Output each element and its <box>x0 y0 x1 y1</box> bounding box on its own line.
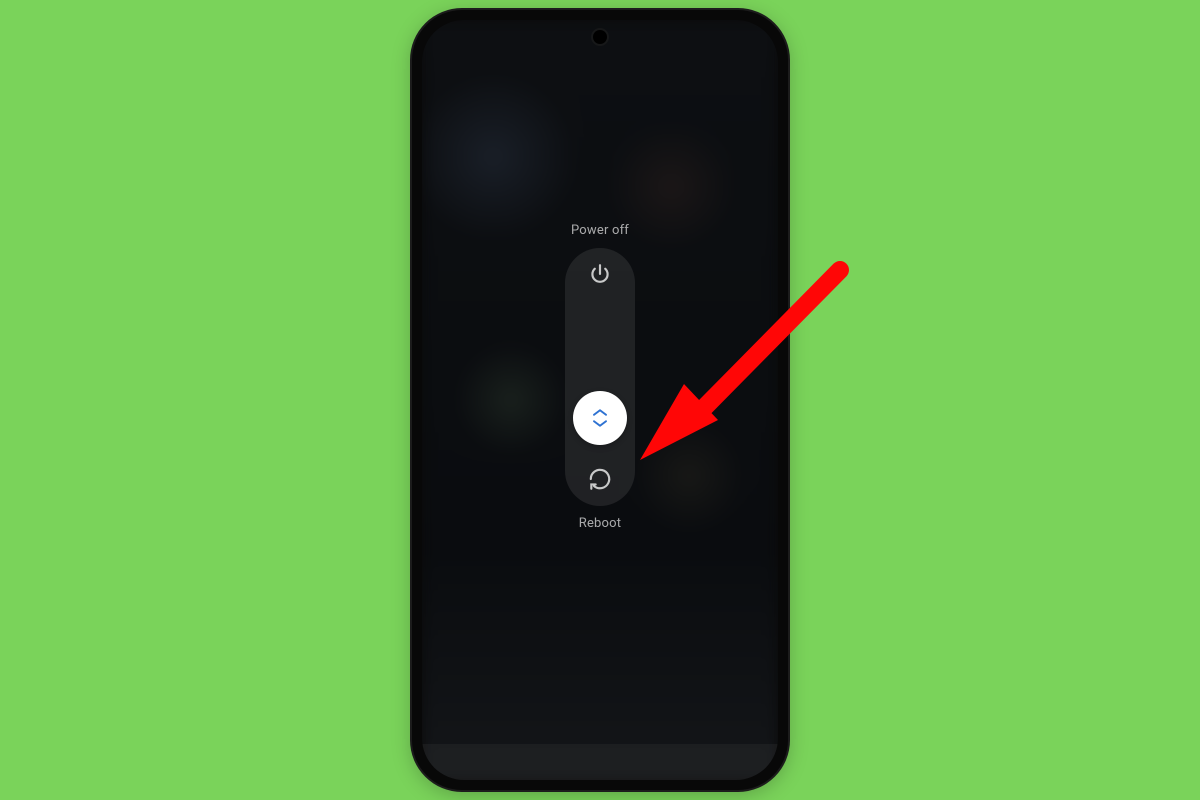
power-off-label: Power off <box>571 223 629 238</box>
phone-device-frame: Power off <box>412 10 788 790</box>
power-menu: Power off <box>565 223 635 531</box>
system-nav-bar <box>422 744 778 780</box>
reboot-label: Reboot <box>579 516 622 531</box>
power-slider-track[interactable] <box>565 248 635 506</box>
front-camera-hole <box>593 30 607 44</box>
reboot-icon <box>587 466 613 492</box>
slider-knob[interactable] <box>573 391 627 445</box>
chevron-updown-icon <box>591 407 609 429</box>
phone-screen: Power off <box>422 20 778 780</box>
power-icon <box>587 262 613 288</box>
